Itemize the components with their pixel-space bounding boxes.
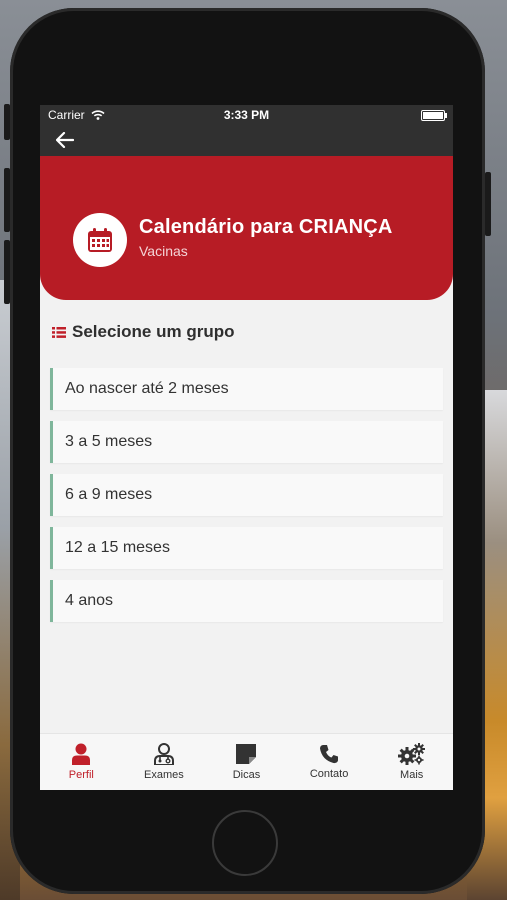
mute-switch [4,104,10,140]
phone-icon [320,745,339,764]
tab-perfil[interactable]: Perfil [40,734,123,790]
calendar-icon [73,213,127,267]
page-header: Calendário para CRIANÇA Vacinas [40,156,453,300]
list-item-label: 3 a 5 meses [65,433,153,450]
home-button[interactable] [212,810,278,876]
list-item-group-1[interactable]: 3 a 5 meses [50,421,443,463]
doctor-icon [153,743,174,765]
wifi-icon [91,110,105,120]
bottom-tab-bar: Perfil Exames Dicas Contato Mais [40,733,453,790]
section-heading: Selecione um grupo [52,322,453,342]
gears-icon [397,743,425,765]
carrier-label: Carrier [48,108,85,122]
volume-up-button [4,168,10,232]
list-item-group-4[interactable]: 4 anos [50,580,443,622]
tab-label: Contato [309,768,349,780]
battery-icon [421,109,447,121]
status-bar: Carrier 3:33 PM [40,105,453,125]
list-item-group-2[interactable]: 6 a 9 meses [50,474,443,516]
nav-bar [40,125,453,156]
tab-dicas[interactable]: Dicas [205,734,288,790]
section-label: Selecione um grupo [72,322,235,341]
page-title: Calendário para CRIANÇA [139,216,393,238]
tab-mais[interactable]: Mais [370,734,453,790]
tab-label: Dicas [232,769,261,781]
tab-label: Mais [400,769,424,781]
tab-label: Perfil [68,769,94,781]
tab-label: Exames [144,769,184,781]
page-subtitle: Vacinas [139,243,188,259]
group-list: Ao nascer até 2 meses 3 a 5 meses 6 a 9 … [40,368,453,622]
app-screen: Carrier 3:33 PM Calendário para CRIANÇA … [40,105,453,790]
back-arrow-icon[interactable] [55,130,75,152]
list-item-label: Ao nascer até 2 meses [65,380,229,397]
note-icon [236,744,257,764]
list-icon [52,326,66,338]
list-item-label: 12 a 15 meses [65,539,170,556]
list-item-group-0[interactable]: Ao nascer até 2 meses [50,368,443,410]
list-item-group-3[interactable]: 12 a 15 meses [50,527,443,569]
tab-exames[interactable]: Exames [123,734,206,790]
person-icon [72,743,91,765]
power-button [485,172,491,236]
volume-down-button [4,240,10,304]
list-item-label: 6 a 9 meses [65,486,153,503]
list-item-label: 4 anos [65,592,114,609]
tab-contato[interactable]: Contato [288,734,371,790]
